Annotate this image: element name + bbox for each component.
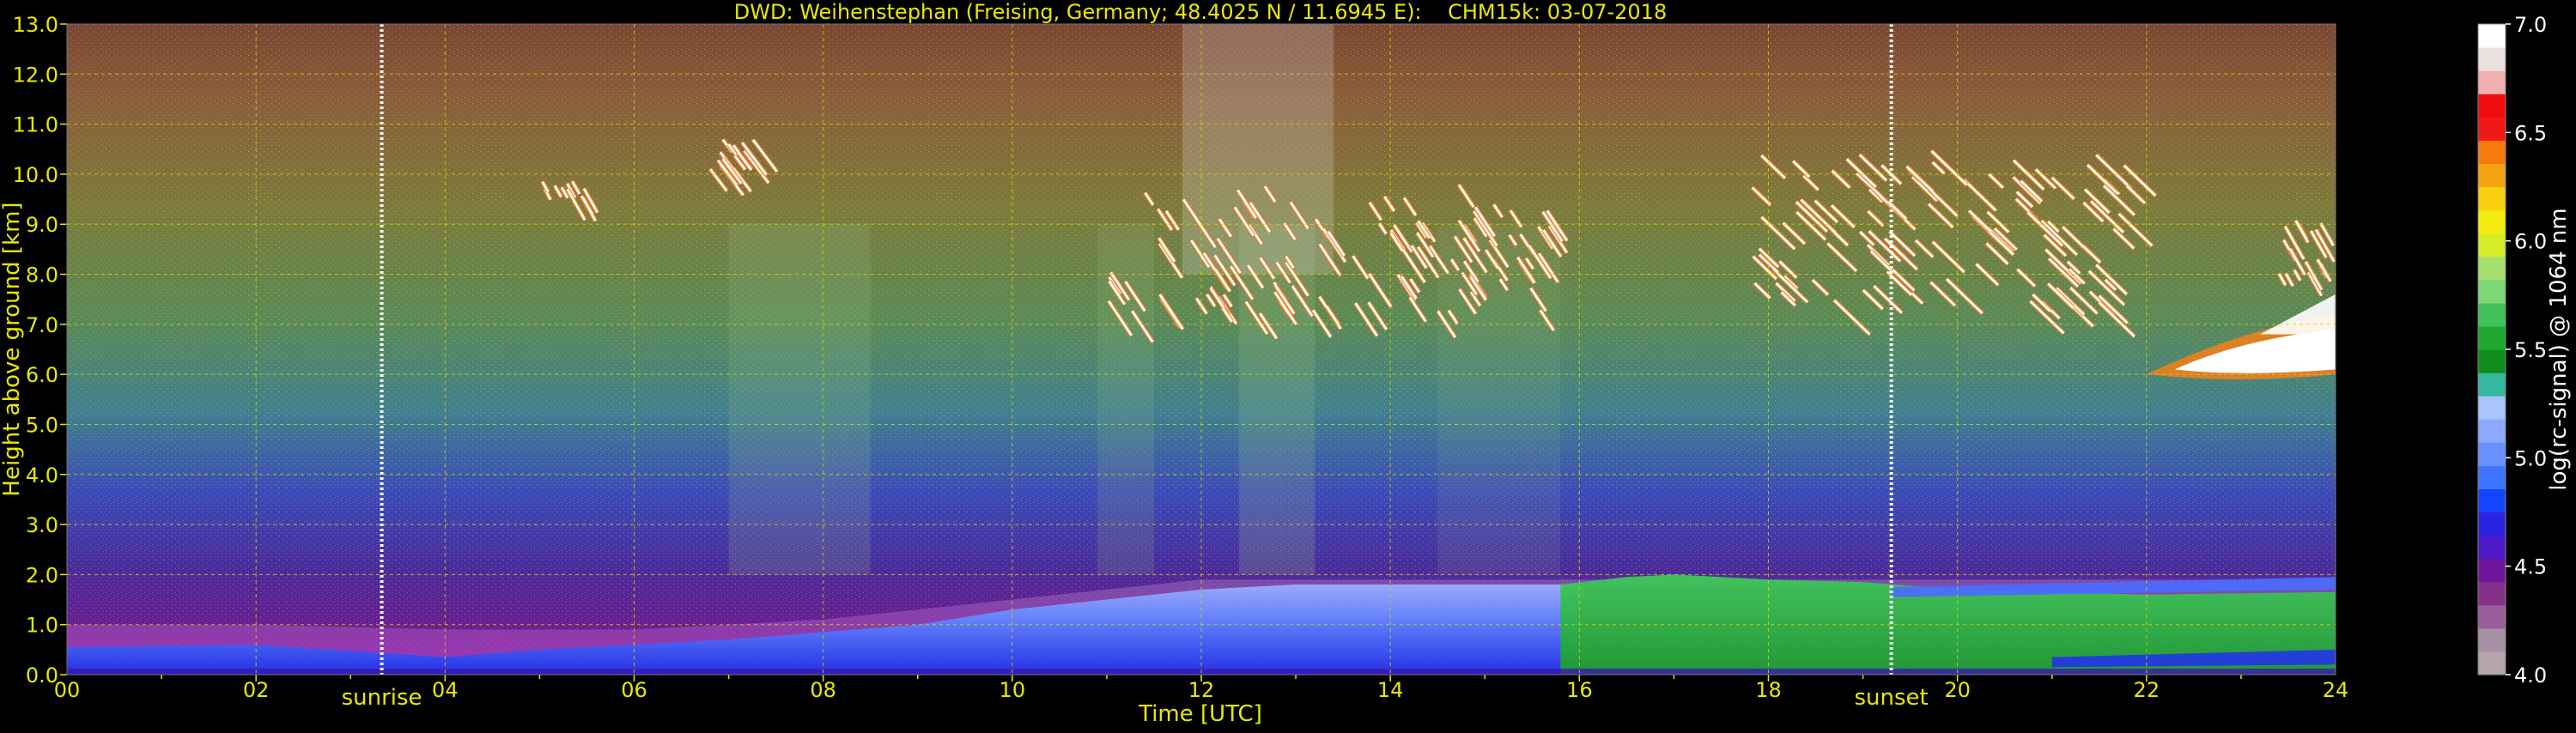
x-tick-label: 14 <box>1377 678 1404 702</box>
colorbar-segment <box>2478 70 2506 94</box>
x-tick-label: 08 <box>810 678 836 702</box>
colorbar-segment <box>2478 488 2506 513</box>
colorbar-tick-label: 4.0 <box>2514 663 2547 688</box>
y-tick-label: 1.0 <box>26 614 58 638</box>
colorbar-segment <box>2478 396 2506 420</box>
y-tick-label: 11.0 <box>13 113 58 137</box>
chart-title: DWD: Weihenstephan (Freising, Germany; 4… <box>734 0 1667 24</box>
colorbar-segment <box>2478 24 2506 48</box>
y-tick-label: 8.0 <box>26 264 58 288</box>
x-tick-label: 04 <box>432 678 459 702</box>
precipitation-curtain <box>1437 224 1561 575</box>
x-tick-label: 22 <box>2134 678 2160 702</box>
y-tick-label: 2.0 <box>26 563 58 587</box>
colorbar-segment <box>2478 47 2506 71</box>
sunrise-label: sunrise <box>342 685 422 711</box>
colorbar: 4.0 4.5 5.0 5.5 6.0 6.5 7.0 <box>2477 13 2547 688</box>
colorbar-segment <box>2478 209 2506 234</box>
precipitation-curtain <box>1097 224 1154 575</box>
colorbar-segment <box>2478 94 2506 118</box>
colorbar-tick-label: 7.0 <box>2514 13 2547 37</box>
colorbar-segment <box>2478 163 2506 188</box>
colorbar-segment <box>2478 535 2506 560</box>
colorbar-segment <box>2478 419 2506 443</box>
colorbar-tick-label: 5.5 <box>2514 338 2547 362</box>
x-tick-label: 02 <box>243 678 270 702</box>
x-tick-label: 20 <box>1944 678 1971 702</box>
colorbar-segment <box>2478 651 2506 675</box>
y-tick-label: 7.0 <box>26 313 58 337</box>
colorbar-label: log(rc-signal) @ 1064 nm <box>2546 208 2572 490</box>
x-axis-label: Time [UTC] <box>1138 701 1262 727</box>
colorbar-tick-label: 4.5 <box>2514 555 2547 579</box>
colorbar-segment <box>2478 604 2506 629</box>
y-tick-label: 3.0 <box>26 513 58 537</box>
colorbar-segment <box>2478 117 2506 141</box>
x-tick-label: 12 <box>1188 678 1215 702</box>
colorbar-segment <box>2478 140 2506 165</box>
colorbar-segment <box>2478 302 2506 327</box>
colorbar-tick-label: 5.0 <box>2514 446 2547 470</box>
x-tick-label: 06 <box>621 678 647 702</box>
ceilometer-chart: sunrise sunset 00 02 04 06 08 10 12 14 16 18 20 22 24… <box>0 0 2572 727</box>
colorbar-segment <box>2478 512 2506 536</box>
colorbar-segment <box>2478 349 2506 373</box>
colorbar-tick-label: 6.0 <box>2514 230 2547 254</box>
sunset-label: sunset <box>1854 685 1928 711</box>
y-tick-label: 13.0 <box>13 13 58 37</box>
x-tick-label: 10 <box>999 678 1026 702</box>
colorbar-segment <box>2478 373 2506 397</box>
colorbar-segment <box>2478 465 2506 490</box>
y-tick-label: 6.0 <box>26 363 58 387</box>
x-tick-label: 16 <box>1566 678 1593 702</box>
y-tick-label: 12.0 <box>13 63 58 87</box>
colorbar-segment <box>2478 256 2506 281</box>
y-tick-label: 4.0 <box>26 463 58 488</box>
y-tick-label: 0.0 <box>26 663 58 688</box>
y-tick-label: 5.0 <box>26 413 58 437</box>
precipitation-curtain <box>1239 224 1315 575</box>
colorbar-segment <box>2478 279 2506 304</box>
colorbar-segment <box>2478 325 2506 350</box>
colorbar-segment <box>2478 186 2506 211</box>
precipitation-curtain <box>728 224 871 575</box>
colorbar-segment <box>2478 442 2506 466</box>
colorbar-segment <box>2478 233 2506 257</box>
ceilometer-figure: sunrise sunset 00 02 04 06 08 10 12 14 16 18 20 22 24… <box>0 0 2576 730</box>
colorbar-tick-label: 6.5 <box>2514 121 2547 145</box>
x-tick-label: 24 <box>2323 678 2349 702</box>
x-tick-label: 18 <box>1755 678 1782 702</box>
y-tick-label: 10.0 <box>13 163 58 187</box>
colorbar-segment <box>2478 627 2506 652</box>
colorbar-segment <box>2478 558 2506 583</box>
colorbar-segment <box>2478 581 2506 606</box>
y-tick-label: 9.0 <box>26 213 58 237</box>
y-axis-label: Height above ground [km] <box>0 202 25 496</box>
